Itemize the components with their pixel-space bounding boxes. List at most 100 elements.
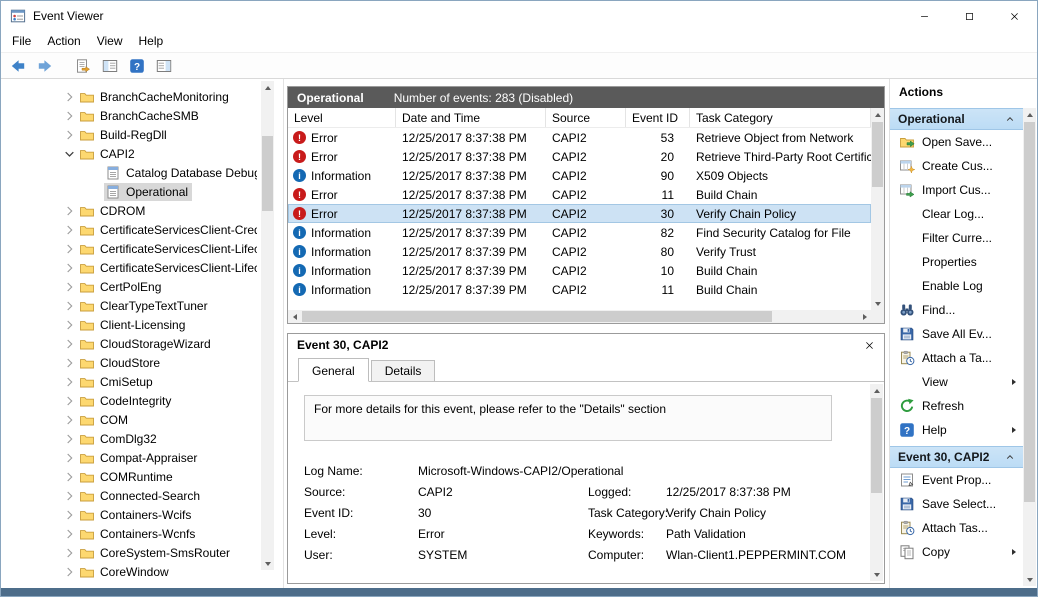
action-section-operational[interactable]: Operational — [890, 108, 1023, 130]
action-section-event-30-capi2[interactable]: Event 30, CAPI2 — [890, 446, 1023, 468]
action-import-cus[interactable]: Import Cus... — [890, 178, 1023, 202]
action-save-all-ev[interactable]: Save All Ev... — [890, 322, 1023, 346]
chevron-right-icon[interactable] — [61, 526, 78, 542]
event-row[interactable]: !Error12/25/2017 8:37:38 PMCAPI253Retrie… — [288, 128, 871, 147]
action-enable-log[interactable]: Enable Log — [890, 274, 1023, 298]
chevron-right-icon[interactable] — [61, 545, 78, 561]
event-row[interactable]: iInformation12/25/2017 8:37:39 PMCAPI211… — [288, 280, 871, 299]
menu-action[interactable]: Action — [39, 31, 88, 52]
scroll-up-button[interactable] — [870, 384, 883, 397]
scroll-up-button[interactable] — [871, 108, 884, 121]
chevron-right-icon[interactable] — [61, 222, 78, 238]
event-row[interactable]: !Error12/25/2017 8:37:38 PMCAPI211Build … — [288, 185, 871, 204]
action-copy[interactable]: Copy — [890, 540, 1023, 564]
toolbar-help-button[interactable]: ? — [125, 55, 149, 77]
column-header-task-category[interactable]: Task Category — [690, 108, 871, 127]
action-create-cus[interactable]: Create Cus... — [890, 154, 1023, 178]
scroll-down-button[interactable] — [261, 557, 274, 570]
tree-item-compat-appraiser[interactable]: Compat-Appraiser — [1, 448, 257, 467]
close-button[interactable] — [992, 1, 1037, 31]
toolbar-console-tree-toggle-button[interactable] — [98, 55, 122, 77]
tree-item-cmisetup[interactable]: CmiSetup — [1, 372, 257, 391]
chevron-right-icon[interactable] — [61, 374, 78, 390]
chevron-right-icon[interactable] — [61, 336, 78, 352]
tree-item-operational[interactable]: Operational — [1, 182, 257, 201]
event-description[interactable]: For more details for this event, please … — [304, 395, 832, 441]
list-vertical-scrollbar[interactable] — [871, 108, 884, 310]
tree-item-branchcachemonitoring[interactable]: BranchCacheMonitoring — [1, 87, 257, 106]
chevron-right-icon[interactable] — [61, 393, 78, 409]
tree-item-certificateservicesclient-lifec[interactable]: CertificateServicesClient-Lifec — [1, 239, 257, 258]
action-refresh[interactable]: Refresh — [890, 394, 1023, 418]
tree-item-certificateservicesclient-lifec[interactable]: CertificateServicesClient-Lifec — [1, 258, 257, 277]
action-filter-curre[interactable]: Filter Curre... — [890, 226, 1023, 250]
maximize-button[interactable] — [947, 1, 992, 31]
tree-item-comdlg32[interactable]: ComDlg32 — [1, 429, 257, 448]
column-header-source[interactable]: Source — [546, 108, 626, 127]
tree-item-certpoleng[interactable]: CertPolEng — [1, 277, 257, 296]
menu-help[interactable]: Help — [131, 31, 172, 52]
menu-file[interactable]: File — [4, 31, 39, 52]
chevron-right-icon[interactable] — [61, 127, 78, 143]
tree-item-coresystem-smsrouter[interactable]: CoreSystem-SmsRouter — [1, 543, 257, 562]
chevron-right-icon[interactable] — [61, 564, 78, 580]
column-header-date-and-time[interactable]: Date and Time — [396, 108, 546, 127]
tree-scrollbar[interactable] — [261, 81, 274, 570]
toolbar-forward-arrow-button[interactable] — [33, 55, 57, 77]
event-row[interactable]: iInformation12/25/2017 8:37:39 PMCAPI280… — [288, 242, 871, 261]
tree-item-com[interactable]: COM — [1, 410, 257, 429]
tree-item-client-licensing[interactable]: Client-Licensing — [1, 315, 257, 334]
chevron-right-icon[interactable] — [61, 89, 78, 105]
tree-item-comruntime[interactable]: COMRuntime — [1, 467, 257, 486]
event-row[interactable]: iInformation12/25/2017 8:37:39 PMCAPI282… — [288, 223, 871, 242]
scroll-up-button[interactable] — [1023, 108, 1036, 121]
minimize-button[interactable] — [902, 1, 947, 31]
scroll-left-button[interactable] — [288, 310, 301, 323]
action-clear-log[interactable]: Clear Log... — [890, 202, 1023, 226]
action-properties[interactable]: Properties — [890, 250, 1023, 274]
tree-item-cloudstoragewizard[interactable]: CloudStorageWizard — [1, 334, 257, 353]
chevron-right-icon[interactable] — [61, 412, 78, 428]
action-attach-a-ta[interactable]: Attach a Ta... — [890, 346, 1023, 370]
scrollbar-thumb[interactable] — [872, 122, 883, 187]
tree-item-cloudstore[interactable]: CloudStore — [1, 353, 257, 372]
scroll-down-button[interactable] — [871, 297, 884, 310]
tree-item-containers-wcnfs[interactable]: Containers-Wcnfs — [1, 524, 257, 543]
chevron-right-icon[interactable] — [61, 260, 78, 276]
tree-item-corewindow[interactable]: CoreWindow — [1, 562, 257, 581]
toolbar-action-pane-toggle-button[interactable] — [152, 55, 176, 77]
tree-item-certificateservicesclient-cred[interactable]: CertificateServicesClient-Cred — [1, 220, 257, 239]
action-save-select[interactable]: Save Select... — [890, 492, 1023, 516]
menu-view[interactable]: View — [89, 31, 131, 52]
scroll-down-button[interactable] — [1023, 573, 1036, 586]
tree-item-containers-wcifs[interactable]: Containers-Wcifs — [1, 505, 257, 524]
toolbar-export-list-button[interactable] — [71, 55, 95, 77]
tree-item-cdrom[interactable]: CDROM — [1, 201, 257, 220]
scroll-up-button[interactable] — [261, 81, 274, 94]
action-find[interactable]: Find... — [890, 298, 1023, 322]
action-event-prop[interactable]: Event Prop... — [890, 468, 1023, 492]
chevron-right-icon[interactable] — [61, 241, 78, 257]
chevron-right-icon[interactable] — [61, 488, 78, 504]
chevron-right-icon[interactable] — [61, 431, 78, 447]
tree-item-build-regdll[interactable]: Build-RegDll — [1, 125, 257, 144]
chevron-right-icon[interactable] — [61, 355, 78, 371]
tree-item-connected-search[interactable]: Connected-Search — [1, 486, 257, 505]
tree-item-cleartypetexttuner[interactable]: ClearTypeTextTuner — [1, 296, 257, 315]
chevron-right-icon[interactable] — [61, 279, 78, 295]
toolbar-back-arrow-button[interactable] — [6, 55, 30, 77]
tab-general[interactable]: General — [298, 358, 369, 382]
chevron-right-icon[interactable] — [61, 507, 78, 523]
preview-scrollbar[interactable] — [870, 384, 883, 581]
actions-scrollbar[interactable] — [1023, 108, 1036, 586]
event-row[interactable]: !Error12/25/2017 8:37:38 PMCAPI230Verify… — [288, 204, 871, 223]
list-horizontal-scrollbar[interactable] — [288, 310, 871, 323]
chevron-right-icon[interactable] — [61, 298, 78, 314]
scrollbar-thumb[interactable] — [871, 398, 882, 493]
scrollbar-thumb[interactable] — [262, 136, 273, 211]
action-open-save[interactable]: Open Save... — [890, 130, 1023, 154]
chevron-down-icon[interactable] — [61, 146, 78, 162]
scrollbar-thumb[interactable] — [1024, 122, 1035, 502]
chevron-right-icon[interactable] — [61, 203, 78, 219]
tree-item-branchcachesmb[interactable]: BranchCacheSMB — [1, 106, 257, 125]
